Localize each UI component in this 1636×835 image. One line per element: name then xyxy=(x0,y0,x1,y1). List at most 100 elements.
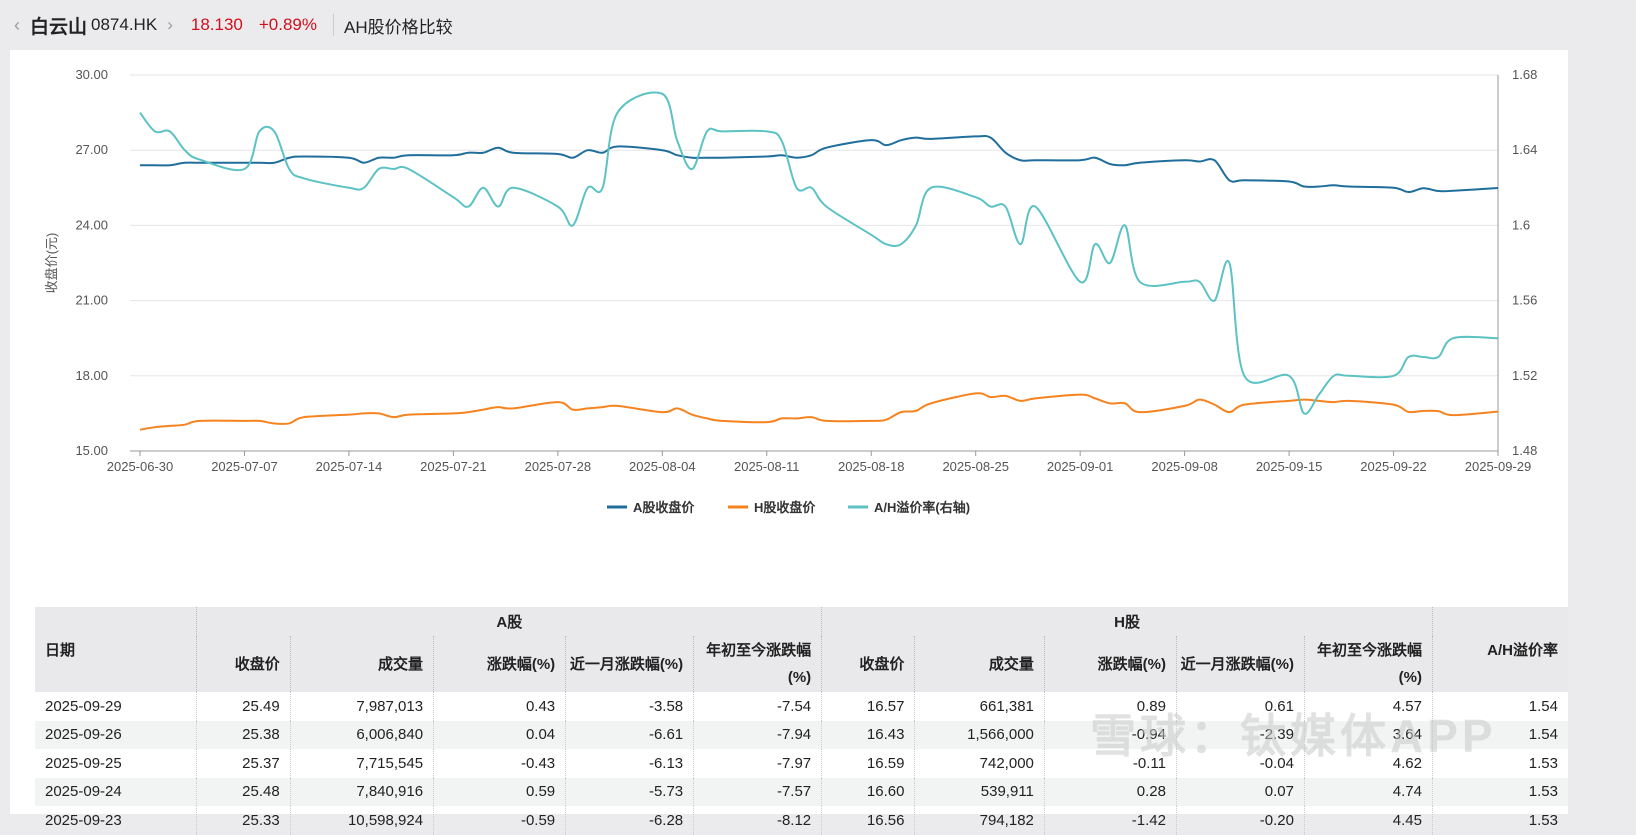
table-cell: 0.59 xyxy=(433,777,566,806)
table-cell: -0.04 xyxy=(1176,749,1305,778)
x-tick-label: 2025-08-25 xyxy=(942,459,1009,474)
col-header: 成交量 xyxy=(289,636,434,692)
table-cell: 2025-09-26 xyxy=(35,720,197,749)
table-row: 2025-09-23 25.33 10,598,924 -0.59 -6.28 -8.12… xyxy=(35,806,1568,835)
table-cell: 1,566,000 xyxy=(914,720,1045,749)
x-tick-label: 2025-09-01 xyxy=(1047,459,1114,474)
table-cell: 25.33 xyxy=(196,806,291,835)
legend-item[interactable]: A股收盘价 xyxy=(633,500,695,515)
table-cell: -0.20 xyxy=(1176,806,1305,835)
table-cell: 10,598,924 xyxy=(289,806,434,835)
table-cell: 16.56 xyxy=(821,806,915,835)
table-cell: 1.54 xyxy=(1432,692,1568,721)
table-row: 2025-09-24 25.48 7,840,916 0.59 -5.73 -7.57 16… xyxy=(35,777,1568,806)
table-cell: 25.49 xyxy=(196,692,291,721)
chevron-right-icon[interactable]: › xyxy=(167,15,173,35)
stock-name: 白云山 xyxy=(30,16,88,38)
table-cell: 2025-09-29 xyxy=(45,697,122,715)
series-line-1 xyxy=(139,392,1499,431)
y-tick-label: 21.00 xyxy=(75,293,108,308)
x-tick-label: 2025-08-18 xyxy=(838,459,905,474)
table-row: 2025-09-29 25.49 7,987,013 0.43 -3.58 -7.54 16… xyxy=(35,692,1568,721)
table-cell: -5.73 xyxy=(565,777,694,806)
table-cell: 2025-09-25 xyxy=(45,754,122,772)
x-tick-label: 2025-07-14 xyxy=(316,459,383,474)
table-cell: 4.57 xyxy=(1304,692,1433,721)
table-cell: 539,911 xyxy=(914,777,1045,806)
table-cell: -6.13 xyxy=(565,749,694,778)
col-header: 收盘价 xyxy=(821,636,915,692)
table-cell: 742,000 xyxy=(914,749,1045,778)
table-cell: -8.12 xyxy=(693,806,822,835)
x-tick-label: 2025-08-04 xyxy=(629,459,696,474)
content-card: 30.00 1.68 27.00 1.64 24.00 1.6 21.00 1.56 18.00… xyxy=(10,50,1568,835)
table-cell: 7,715,545 xyxy=(289,749,434,778)
table-cell: -0.43 xyxy=(433,749,566,778)
table-cell: -7.97 xyxy=(693,749,822,778)
col-header: 年初至今涨跌幅(%) xyxy=(693,636,822,692)
table-cell: 794,182 xyxy=(914,806,1045,835)
table-cell: 4.74 xyxy=(1304,777,1433,806)
legend-item[interactable]: A/H溢价率(右轴) xyxy=(874,500,970,515)
chevron-left-icon[interactable]: ‹ xyxy=(14,15,20,36)
table-cell: 661,381 xyxy=(914,692,1045,721)
stock-price: 18.130 xyxy=(190,15,243,34)
x-tick-label: 2025-09-08 xyxy=(1151,459,1218,474)
stock-code: 0874.HK xyxy=(91,15,158,34)
table-cell: -7.94 xyxy=(693,720,822,749)
table-cell: 2025-09-24 xyxy=(35,777,197,806)
col-header: 近一月涨跌幅(%) xyxy=(565,636,694,692)
ah-price-chart: 30.00 1.68 27.00 1.64 24.00 1.6 21.00 1.56 18.00… xyxy=(44,67,1537,515)
y-tick-label: 18.00 xyxy=(75,368,108,383)
table-cell: 25.38 xyxy=(196,720,291,749)
group-h: H股 xyxy=(821,607,1433,636)
series-line-2 xyxy=(139,91,1499,415)
col-date: 日期 xyxy=(35,607,197,692)
y2-tick-label: 1.68 xyxy=(1512,67,1537,82)
divider xyxy=(333,14,334,36)
table-cell: 16.57 xyxy=(821,692,915,721)
table-cell: 16.43 xyxy=(821,720,915,749)
table-cell: -7.57 xyxy=(693,777,822,806)
table-cell: 6,006,840 xyxy=(289,720,434,749)
table-cell: 1.53 xyxy=(1432,806,1568,835)
y2-tick-label: 1.52 xyxy=(1512,368,1537,383)
table-cell: 25.37 xyxy=(196,749,291,778)
group-a: A股 xyxy=(196,607,822,636)
ah-table: 日期 A股 H股 A/H溢价率 收盘价 成交量 涨跌幅(%) 近一月涨跌幅(%) 年初至… xyxy=(35,607,1568,835)
table-cell: 1.53 xyxy=(1432,749,1568,778)
table-cell: -2.39 xyxy=(1176,720,1305,749)
col-header: 涨跌幅(%) xyxy=(1043,636,1177,692)
legend-item[interactable]: H股收盘价 xyxy=(754,500,816,515)
table-cell: 0.61 xyxy=(1176,692,1305,721)
y2-tick-label: 1.56 xyxy=(1512,293,1537,308)
series-line-0 xyxy=(140,134,1499,194)
table-cell: -6.61 xyxy=(565,720,694,749)
table-cell: 1.53 xyxy=(1432,777,1568,806)
x-tick-label: 2025-06-30 xyxy=(107,459,174,474)
table-cell: -1.42 xyxy=(1043,806,1177,835)
table-cell: -6.28 xyxy=(565,806,694,835)
col-header: 收盘价 xyxy=(196,636,291,692)
table-cell: 4.62 xyxy=(1304,749,1433,778)
col-header: 年初至今涨跌幅(%) xyxy=(1304,636,1433,692)
table-cell: 16.59 xyxy=(821,749,915,778)
y-tick-label: 15.00 xyxy=(75,443,108,458)
y-tick-label: 30.00 xyxy=(75,67,108,82)
col-header: 成交量 xyxy=(914,636,1045,692)
table-cell: 0.04 xyxy=(433,720,566,749)
y2-tick-label: 1.6 xyxy=(1512,217,1530,232)
page-title: AH股价格比较 xyxy=(344,17,453,37)
x-tick-label: 2025-09-15 xyxy=(1256,459,1323,474)
table-cell: 0.28 xyxy=(1043,777,1177,806)
table-cell: 1.54 xyxy=(1432,720,1568,749)
table-cell: 25.48 xyxy=(196,777,291,806)
x-tick-label: 2025-07-28 xyxy=(525,459,592,474)
y-axis-title: 收盘价(元) xyxy=(44,233,59,294)
y2-tick-label: 1.48 xyxy=(1512,443,1537,458)
table-cell: 0.89 xyxy=(1043,692,1177,721)
table-row: 2025-09-26 25.38 6,006,840 0.04 -6.61 -7.94 16… xyxy=(35,720,1568,749)
table-cell: 4.45 xyxy=(1304,806,1433,835)
x-tick-label: 2025-08-11 xyxy=(734,459,800,474)
col-ratio: A/H溢价率 xyxy=(1432,607,1568,692)
